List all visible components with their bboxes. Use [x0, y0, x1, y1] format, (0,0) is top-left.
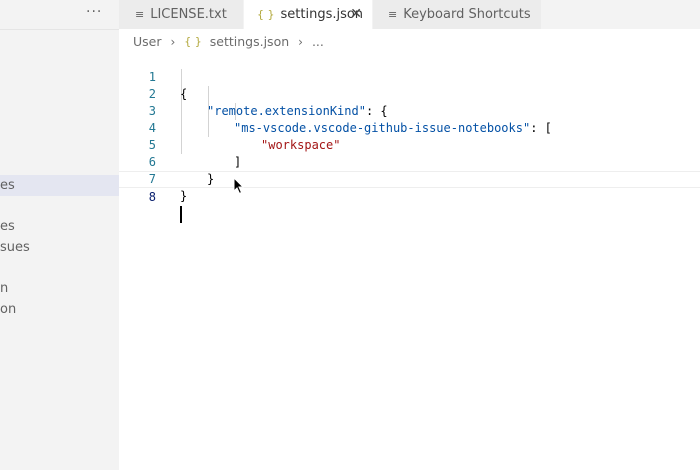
breadcrumb: User › { } settings.json › ...	[133, 33, 324, 49]
close-icon[interactable]: ✕	[350, 0, 362, 29]
json-braces-icon: { }	[257, 8, 275, 21]
tab-keyboard-shortcuts[interactable]: ≡ Keyboard Shortcuts	[373, 0, 541, 29]
json-braces-icon: { }	[184, 35, 202, 48]
sidebar-item-0[interactable]: es	[0, 175, 119, 196]
more-actions-icon[interactable]: ···	[86, 4, 102, 20]
code-line: 2 "remote.extensionKind": {	[119, 69, 700, 118]
breadcrumb-more[interactable]: ...	[312, 34, 324, 49]
chevron-right-icon: ›	[298, 34, 303, 49]
sidebar-item-4[interactable]: on	[0, 302, 16, 317]
mouse-pointer-icon	[233, 177, 245, 195]
sidebar-item-2[interactable]: sues	[0, 240, 30, 255]
breadcrumb-file[interactable]: settings.json	[210, 34, 289, 49]
code-line: 3 "ms-vscode.vscode-github-issue-noteboo…	[119, 86, 700, 135]
code-line: 6 }	[119, 137, 700, 186]
tab-label: LICENSE.txt	[150, 7, 227, 22]
sidebar-item-3[interactable]: n	[0, 281, 8, 296]
sidebar-divider	[0, 29, 119, 30]
tab-license[interactable]: ≡ LICENSE.txt	[119, 0, 243, 29]
line-number: 8	[148, 190, 156, 204]
code-line: 5 ]	[119, 120, 700, 169]
sidebar-item-label: sues	[0, 240, 30, 255]
sidebar-item-label: n	[0, 281, 9, 296]
text-caret	[180, 206, 182, 223]
code-line: 1 {	[119, 52, 700, 101]
editor-tab-bar: ≡ LICENSE.txt { } settings.json ✕ ≡ Keyboar…	[119, 0, 700, 29]
tab-settings-json[interactable]: { } settings.json ✕	[244, 0, 372, 29]
sidebar-item-label: on	[0, 302, 17, 317]
sidebar-item-1[interactable]: es	[0, 219, 15, 234]
sidebar-item-label: es	[0, 178, 15, 193]
file-lines-icon: ≡	[135, 8, 145, 21]
breadcrumb-user[interactable]: User	[133, 34, 162, 49]
code-line-current: 8	[119, 171, 700, 223]
code-text: }	[180, 189, 188, 203]
explorer-sidebar: ··· es es sues n on	[0, 0, 119, 470]
chevron-right-icon: ›	[170, 34, 176, 49]
file-lines-icon: ≡	[388, 8, 398, 21]
tab-label: Keyboard Shortcuts	[403, 7, 531, 22]
code-line: 7 }	[119, 154, 700, 203]
sidebar-item-label: es	[0, 219, 15, 234]
code-line: 4 "workspace"	[119, 103, 700, 152]
editor-area[interactable]: User › { } settings.json › ... 1 { 2 "re…	[119, 29, 700, 470]
